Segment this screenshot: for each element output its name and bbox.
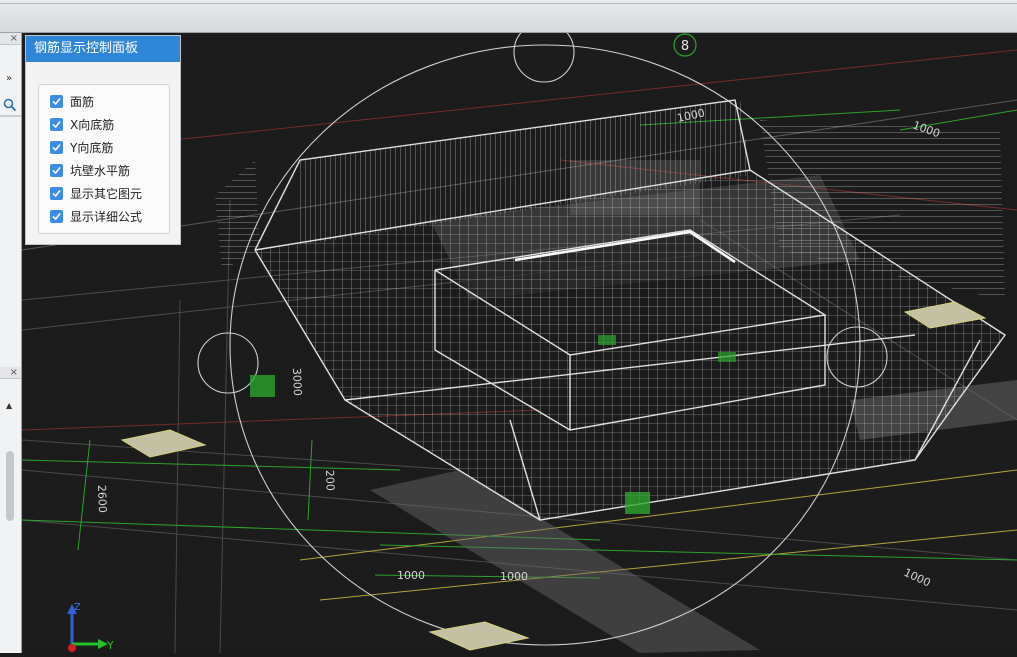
dock-close-button[interactable]: × bbox=[0, 33, 21, 45]
axis-y-label: Y bbox=[106, 639, 114, 652]
search-icon[interactable] bbox=[3, 97, 17, 116]
label-face-rebar: 面筋 bbox=[70, 94, 95, 109]
scroll-up-icon[interactable]: ▲ bbox=[6, 401, 12, 410]
rebar-display-control-panel: 钢筋显示控制面板 面筋 X向底筋 Y向底筋 坑壁水平筋 显示其它图元 显示详细公… bbox=[25, 35, 181, 245]
checkbox-y-bottom-rebar[interactable] bbox=[50, 140, 63, 154]
label-show-detailed-formula: 显示详细公式 bbox=[70, 209, 143, 224]
checkbox-show-detailed-formula[interactable] bbox=[50, 209, 63, 223]
option-y-bottom-rebar[interactable]: Y向底筋 bbox=[50, 137, 113, 157]
dim-label-8: 1000 bbox=[902, 566, 933, 590]
option-show-other-elements[interactable]: 显示其它图元 bbox=[50, 183, 142, 203]
label-y-bottom-rebar: Y向底筋 bbox=[70, 140, 114, 155]
title-bar-divider bbox=[0, 3, 1017, 4]
label-x-bottom-rebar: X向底筋 bbox=[70, 117, 115, 132]
option-pit-wall-rebar[interactable]: 坑壁水平筋 bbox=[50, 160, 130, 180]
panel-options-box: 面筋 X向底筋 Y向底筋 坑壁水平筋 显示其它图元 显示详细公式 bbox=[38, 84, 170, 234]
axis-z-label: Z bbox=[74, 602, 81, 613]
checkbox-face-rebar[interactable] bbox=[50, 94, 63, 108]
checkbox-pit-wall-rebar[interactable] bbox=[50, 163, 63, 177]
window-title-bar bbox=[0, 0, 1017, 33]
dock-expand-icon[interactable]: » bbox=[6, 73, 12, 84]
label-show-other-elements: 显示其它图元 bbox=[70, 186, 143, 201]
checkbox-show-other-elements[interactable] bbox=[50, 186, 63, 200]
axis-marker-label: 8 bbox=[681, 39, 689, 54]
dock-close-button-2[interactable]: × bbox=[0, 367, 21, 379]
dim-label-6: 3000 bbox=[290, 368, 304, 396]
checkbox-x-bottom-rebar[interactable] bbox=[50, 117, 63, 131]
dim-label-1: 1000 bbox=[397, 569, 425, 582]
option-x-bottom-rebar[interactable]: X向底筋 bbox=[50, 114, 114, 134]
dim-label-7: 200 bbox=[323, 470, 337, 491]
left-dock-strip: × » × ▲ bbox=[0, 33, 22, 653]
coordinate-axis-indicator: Z Y bbox=[62, 600, 122, 653]
dock-scrollbar-thumb[interactable] bbox=[6, 451, 14, 521]
dock-separator bbox=[0, 115, 21, 117]
panel-title: 钢筋显示控制面板 bbox=[26, 36, 180, 62]
label-pit-wall-rebar: 坑壁水平筋 bbox=[70, 163, 131, 178]
option-show-detailed-formula[interactable]: 显示详细公式 bbox=[50, 206, 142, 226]
dim-label-2: 1000 bbox=[500, 570, 528, 583]
dim-label-5: 2600 bbox=[95, 485, 109, 513]
option-face-rebar[interactable]: 面筋 bbox=[50, 91, 94, 111]
